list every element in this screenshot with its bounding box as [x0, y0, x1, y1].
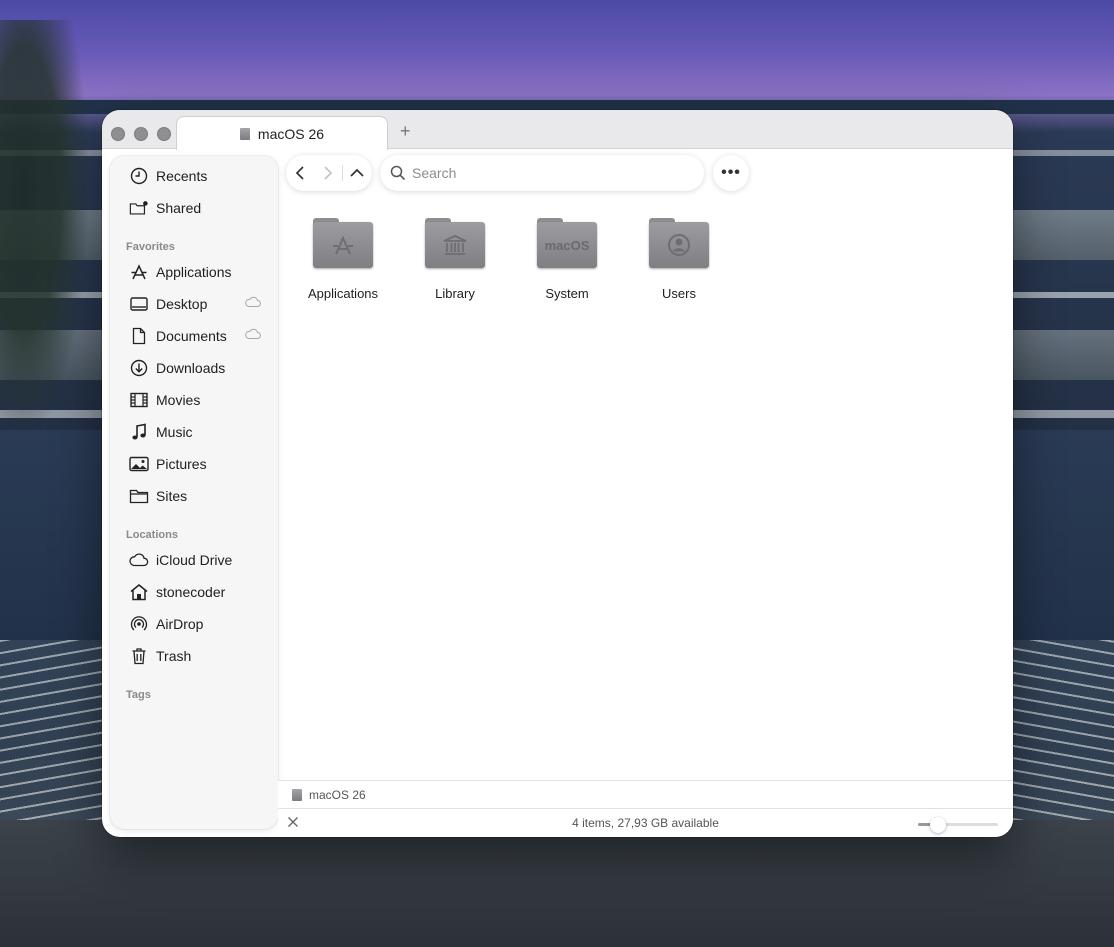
system-folder-icon: macOS — [537, 218, 597, 268]
clock-icon — [129, 166, 149, 186]
sidebar-item-icloud-drive[interactable]: iCloud Drive — [110, 546, 278, 574]
desktop-icon — [129, 294, 149, 314]
sidebar-item-label: Trash — [156, 648, 192, 664]
tags-header: Tags — [126, 689, 151, 701]
sidebar-item-shared[interactable]: Shared — [110, 194, 278, 222]
download-icon — [129, 358, 149, 378]
sidebar-item-pictures[interactable]: Pictures — [110, 450, 278, 478]
users-folder-icon — [649, 218, 709, 268]
path-item-macos-26[interactable]: macOS 26 — [309, 788, 366, 802]
sidebar-item-movies[interactable]: Movies — [110, 386, 278, 414]
airdrop-icon — [129, 614, 149, 634]
back-button[interactable] — [286, 155, 314, 191]
folder-item-system[interactable]: macOS System — [517, 218, 617, 301]
sidebar-item-applications[interactable]: Applications — [110, 258, 278, 286]
sidebar-item-label: Desktop — [156, 296, 208, 312]
item-name: Applications — [307, 286, 379, 301]
tab-macos-26[interactable]: macOS 26 — [176, 116, 388, 150]
sidebar-item-label: Shared — [156, 200, 202, 216]
sidebar-item-music[interactable]: Music — [110, 418, 278, 446]
path-bar: macOS 26 — [278, 780, 1013, 808]
more-actions-button[interactable]: ••• — [713, 155, 749, 191]
sidebar-item-label: Movies — [156, 392, 201, 408]
folder-item-library[interactable]: Library — [405, 218, 505, 301]
cloud-icon — [129, 550, 149, 570]
chevron-right-icon — [324, 166, 333, 180]
sidebar-item-label: Documents — [156, 328, 227, 344]
close-window-button[interactable] — [111, 127, 125, 141]
enclosing-folder-button[interactable] — [343, 155, 371, 191]
library-folder-icon — [425, 218, 485, 268]
sidebar-item-label: Downloads — [156, 360, 226, 376]
forward-button[interactable] — [314, 155, 342, 191]
navigation-controls — [286, 155, 372, 191]
document-icon — [129, 326, 149, 346]
disk-icon — [239, 127, 250, 140]
icon-size-slider[interactable] — [918, 817, 998, 833]
search-placeholder: Search — [412, 165, 457, 181]
home-icon — [129, 582, 149, 602]
sidebar-item-desktop[interactable]: Desktop — [110, 290, 278, 318]
chevron-left-icon — [295, 166, 304, 180]
disk-icon — [292, 788, 302, 801]
sidebar-item-label: stonecoder — [156, 584, 226, 600]
cloud-icon — [244, 295, 262, 313]
sidebar: Recents Shared Favorites Applications De… — [110, 156, 278, 829]
item-name: Library — [435, 286, 475, 301]
sidebar-item-label: AirDrop — [156, 616, 204, 632]
sidebar-item-label: Recents — [156, 168, 208, 184]
photo-icon — [129, 454, 149, 474]
title-bar: macOS 26 + — [102, 110, 1013, 150]
trash-icon — [129, 646, 149, 666]
slider-knob[interactable] — [930, 817, 946, 833]
sidebar-item-recents[interactable]: Recents — [110, 162, 278, 190]
sidebar-item-label: Sites — [156, 488, 188, 504]
music-note-icon — [129, 422, 149, 442]
status-bar: 4 items, 27,93 GB available — [278, 808, 1013, 837]
sidebar-item-documents[interactable]: Documents — [110, 322, 278, 350]
new-tab-button[interactable]: + — [400, 120, 411, 142]
sidebar-item-airdrop[interactable]: AirDrop — [110, 610, 278, 638]
window-controls — [111, 127, 171, 141]
zoom-window-button[interactable] — [157, 127, 171, 141]
item-name: Users — [662, 286, 696, 301]
sidebar-item-sites[interactable]: Sites — [110, 482, 278, 510]
search-icon — [390, 165, 406, 186]
folder-item-users[interactable]: Users — [629, 218, 729, 301]
status-text: 4 items, 27,93 GB available — [572, 816, 719, 830]
folder-icon — [129, 486, 149, 506]
sidebar-item-home[interactable]: stonecoder — [110, 578, 278, 606]
applications-icon — [129, 262, 149, 282]
sidebar-item-downloads[interactable]: Downloads — [110, 354, 278, 382]
chevron-up-icon — [350, 168, 364, 177]
sidebar-item-label: Pictures — [156, 456, 207, 472]
sidebar-item-label: Music — [156, 424, 193, 440]
minimize-window-button[interactable] — [134, 127, 148, 141]
macos-emblem: macOS — [544, 237, 590, 253]
finder-window: macOS 26 + Recents Shared Favorites Appl… — [102, 110, 1013, 837]
locations-header: Locations — [126, 529, 178, 541]
sidebar-item-label: Applications — [156, 264, 232, 280]
applications-folder-icon — [313, 218, 373, 268]
shared-folder-icon — [129, 198, 149, 218]
sidebar-item-trash[interactable]: Trash — [110, 642, 278, 670]
tab-label: macOS 26 — [257, 125, 325, 142]
film-icon — [129, 390, 149, 410]
item-name: System — [545, 286, 589, 301]
favorites-header: Favorites — [126, 241, 175, 253]
folder-item-applications[interactable]: Applications — [293, 218, 393, 301]
cloud-icon — [244, 327, 262, 345]
search-field[interactable]: Search — [380, 155, 704, 191]
sidebar-item-label: iCloud Drive — [156, 552, 233, 568]
